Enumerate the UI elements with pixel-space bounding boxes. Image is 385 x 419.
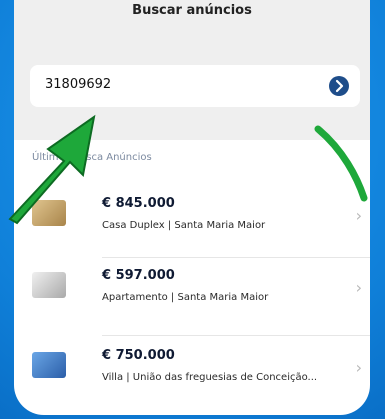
chevron-right-icon: › — [355, 358, 362, 377]
listing-price: € 597.000 — [102, 268, 175, 283]
chevron-right-icon: › — [355, 206, 362, 225]
listing-thumbnail — [32, 200, 66, 226]
listing-description: Apartamento | Santa Maria Maior — [102, 292, 269, 303]
listing-item[interactable]: € 845.000 Casa Duplex | Santa Maria Maio… — [32, 188, 362, 252]
phone-screen: Buscar anúncios 31809692 Últimos Busca A… — [14, 0, 370, 415]
listing-thumbnail — [32, 352, 66, 378]
search-input[interactable]: 31809692 — [45, 77, 111, 92]
search-bar[interactable]: 31809692 — [30, 65, 360, 107]
blue-background: Buscar anúncios 31809692 Últimos Busca A… — [0, 0, 385, 419]
listing-description: Villa | União das freguesias de Conceiçã… — [102, 372, 318, 383]
chevron-right-icon — [335, 79, 344, 93]
listing-price: € 750.000 — [102, 348, 175, 363]
page-title: Buscar anúncios — [132, 3, 252, 18]
listing-item[interactable]: € 597.000 Apartamento | Santa Maria Maio… — [32, 260, 362, 324]
listing-item[interactable]: € 750.000 Villa | União das freguesias d… — [32, 340, 362, 404]
recent-searches-label: Últimos Busca Anúncios — [32, 152, 152, 163]
listing-description: Casa Duplex | Santa Maria Maior — [102, 220, 266, 231]
listing-thumbnail — [32, 272, 66, 298]
chevron-right-icon: › — [355, 278, 362, 297]
divider — [102, 257, 370, 258]
divider — [102, 335, 370, 336]
listing-price: € 845.000 — [102, 196, 175, 211]
search-submit-button[interactable] — [329, 76, 349, 96]
search-header: Buscar anúncios 31809692 — [14, 0, 370, 140]
